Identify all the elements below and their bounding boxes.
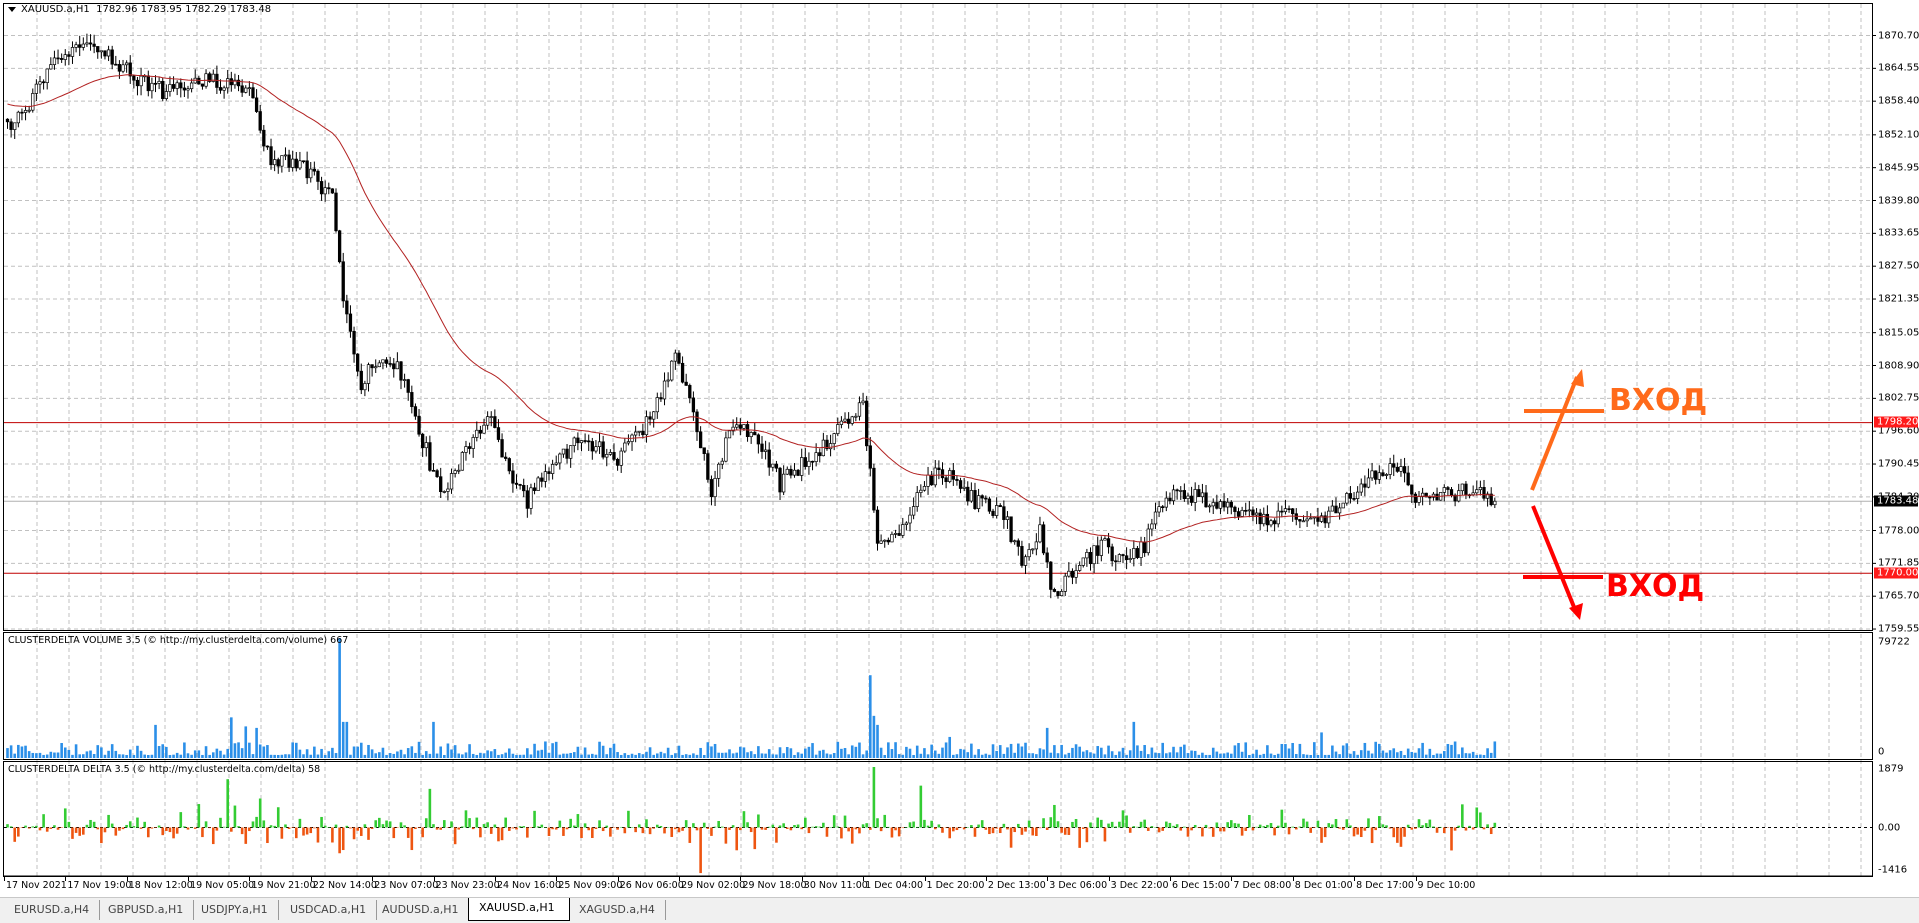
price-label: 1833.65 [1878, 227, 1919, 239]
price-label: 1827.50 [1878, 260, 1919, 272]
time-label: 30 Nov 11:00 [803, 880, 868, 891]
time-tick [249, 876, 251, 881]
delta-panel-frame [3, 761, 1873, 877]
time-label: 22 Nov 14:00 [312, 880, 377, 891]
volume-min-label: 0 [1878, 746, 1885, 758]
volume-indicator-title: CLUSTERDELTA VOLUME 3.5 (© http://my.clu… [8, 635, 349, 646]
current-price-tag: 1783.48 [1874, 495, 1918, 507]
price-label: 1852.10 [1878, 129, 1919, 141]
tab-audusd-h1[interactable]: AUDUSD.a,H1 [372, 900, 470, 920]
time-tick [4, 876, 5, 881]
tab-usdcad-h1[interactable]: USDCAD.a,H1 [280, 900, 378, 920]
delta-zero-label: 0.00 [1878, 822, 1901, 834]
time-tick [188, 876, 190, 881]
tab-xauusd-h1[interactable]: XAUUSD.a,H1 [468, 898, 570, 921]
time-tick [1415, 876, 1417, 881]
price-label: 1765.70 [1878, 590, 1919, 602]
time-tick [1354, 876, 1356, 881]
volume-panel-frame [3, 632, 1873, 760]
time-label: 26 Nov 06:00 [619, 880, 684, 891]
symbol-timeframe: XAUUSD.a,H1 [21, 4, 90, 15]
time-tick [1170, 876, 1172, 881]
volume-max-label: 79722 [1878, 636, 1910, 648]
dropdown-triangle-icon[interactable] [8, 6, 16, 12]
long-entry-label: ВХОД [1609, 383, 1708, 418]
time-tick [310, 876, 312, 881]
tab-gbpusd-h1[interactable]: GBPUSD.a,H1 [98, 900, 195, 920]
time-tick [924, 876, 926, 881]
time-tick [740, 876, 742, 881]
time-label: 1 Dec 20:00 [926, 880, 985, 891]
time-label: 17 Nov 19:00 [67, 880, 132, 891]
time-label: 17 Nov 2021 [6, 880, 67, 891]
time-label: 2 Dec 13:00 [987, 880, 1046, 891]
time-tick [126, 876, 128, 881]
time-label: 29 Nov 18:00 [742, 880, 807, 891]
time-label: 1 Dec 04:00 [865, 880, 924, 891]
time-label: 6 Dec 15:00 [1172, 880, 1230, 891]
tab-eurusd-h4[interactable]: EURUSD.a,H4 [4, 900, 101, 920]
time-tick [1231, 876, 1233, 881]
chart-tabs: EURUSD.a,H4 GBPUSD.a,H1 USDJPY.a,H1 USDC… [0, 897, 1919, 923]
time-tick [863, 876, 865, 881]
time-label: 9 Dec 10:00 [1417, 880, 1476, 891]
time-tick [65, 876, 67, 881]
price-label: 1808.90 [1878, 360, 1919, 371]
time-label: 24 Nov 16:00 [496, 880, 561, 891]
time-tick [679, 876, 681, 881]
time-label: 18 Nov 12:00 [128, 880, 193, 891]
price-label: 1759.55 [1878, 623, 1919, 635]
time-label: 8 Dec 01:00 [1294, 880, 1353, 891]
time-tick [801, 876, 803, 881]
price-label: 1821.35 [1878, 293, 1919, 305]
time-tick [1292, 876, 1294, 881]
time-label: 7 Dec 08:00 [1233, 880, 1292, 891]
time-tick [556, 876, 558, 881]
price-label: 1870.70 [1878, 30, 1919, 41]
price-label: 1839.80 [1878, 195, 1919, 206]
lower-level-tag: 1770.00 [1874, 567, 1918, 579]
time-label: 29 Nov 02:00 [681, 880, 746, 891]
upper-level-tag: 1798.20 [1874, 416, 1918, 428]
time-label: 3 Dec 06:00 [1049, 880, 1108, 891]
price-label: 1778.00 [1878, 525, 1919, 537]
time-label: 3 Dec 22:00 [1110, 880, 1169, 891]
time-tick [1108, 876, 1110, 881]
price-label: 1815.05 [1878, 327, 1919, 339]
delta-indicator-title: CLUSTERDELTA DELTA 3.5 (© http://my.clus… [8, 764, 321, 775]
time-label: 23 Nov 07:00 [374, 880, 439, 891]
time-tick [617, 876, 619, 881]
time-tick [372, 876, 374, 881]
price-label: 1790.45 [1878, 458, 1919, 470]
time-label: 23 Nov 23:00 [435, 880, 500, 891]
delta-min-label: -1416 [1878, 864, 1908, 876]
delta-max-label: 1879 [1878, 763, 1904, 775]
time-tick [985, 876, 987, 881]
chart-title[interactable]: XAUUSD.a,H1 1782.96 1783.95 1782.29 1783… [8, 4, 271, 15]
price-label: 1864.55 [1878, 62, 1919, 74]
tab-usdjpy-h1[interactable]: USDJPY.a,H1 [191, 900, 279, 920]
time-tick [433, 876, 435, 881]
price-label: 1858.40 [1878, 95, 1919, 107]
price-label: 1802.75 [1878, 392, 1919, 404]
short-entry-label: ВХОД [1606, 569, 1705, 604]
tab-xagusd-h4[interactable]: XAGUSD.a,H4 [569, 900, 666, 920]
time-label: 19 Nov 05:00 [190, 880, 255, 891]
time-label: 25 Nov 09:00 [558, 880, 623, 891]
main-chart-frame [3, 3, 1873, 631]
price-label: 1845.95 [1878, 162, 1919, 174]
time-tick [494, 876, 496, 881]
time-label: 19 Nov 21:00 [251, 880, 316, 891]
time-tick [1047, 876, 1049, 881]
ohlc-values: 1782.96 1783.95 1782.29 1783.48 [96, 4, 272, 15]
time-label: 8 Dec 17:00 [1356, 880, 1414, 891]
